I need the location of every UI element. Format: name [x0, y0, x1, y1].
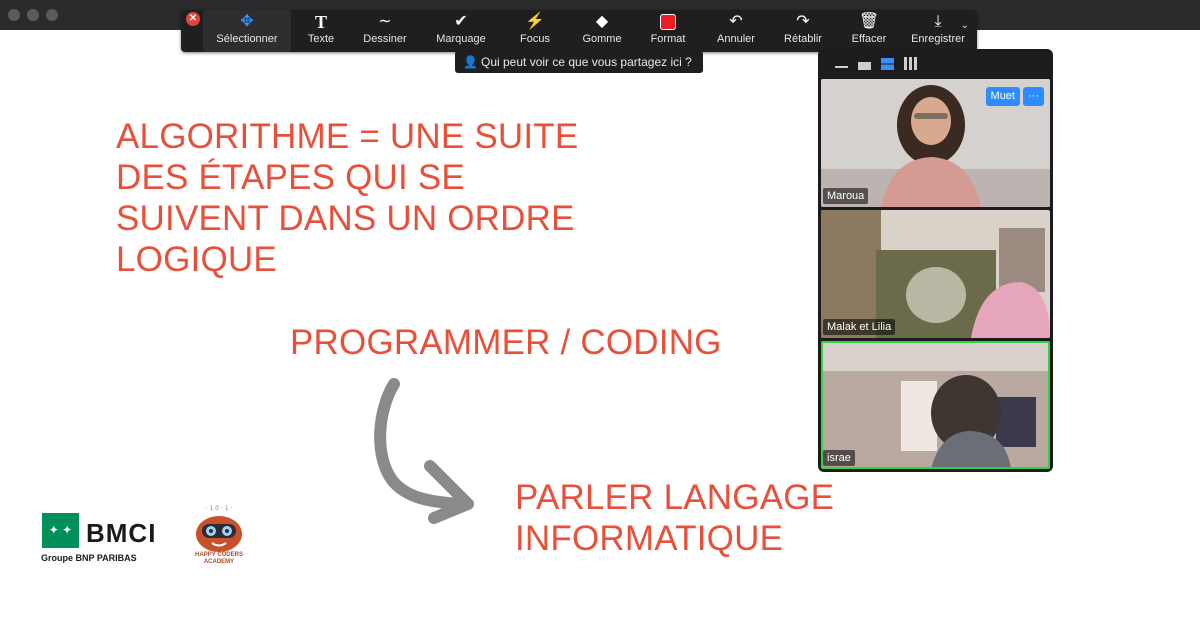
robot-mascot-icon: · 1 0 · 1 · [196, 505, 242, 552]
mute-button[interactable]: Muet [985, 87, 1020, 106]
tool-text-label: Texte [307, 33, 335, 45]
participant-tile-maroua[interactable]: Maroua Muet ··· [821, 79, 1050, 207]
tool-spotlight-label: Focus [520, 33, 550, 45]
tool-undo[interactable]: ↶ Annuler [711, 10, 761, 52]
algorithm-line-4: LOGIQUE [116, 240, 277, 279]
draw-icon: ∼ [378, 13, 392, 30]
tool-stamp[interactable]: ✔ Marquage [429, 10, 493, 52]
tool-clear[interactable]: 🗑 Effacer [845, 10, 893, 52]
tool-format-label: Format [650, 33, 686, 45]
bmci-group-name: Groupe BNP PARIBAS [41, 553, 137, 563]
redo-icon: ↷ [796, 13, 810, 30]
programmer-heading: PROGRAMMER / CODING [290, 323, 722, 362]
trash-icon: 🗑 [858, 13, 880, 30]
tool-text[interactable]: T Texte [295, 10, 347, 52]
participant-name: Maroua [823, 188, 869, 204]
algorithm-line-1: ALGORITHME = UNE SUITE [116, 117, 579, 156]
happy-coders-wordmark: HAPPY CODERS ACADEMY [190, 552, 248, 566]
tool-eraser[interactable]: ◆ Gomme [577, 10, 627, 52]
single-view-icon[interactable] [858, 62, 871, 70]
tool-select[interactable]: ✥ Sélectionner [203, 10, 291, 52]
window-close-dot[interactable] [8, 9, 20, 21]
share-visibility-hint[interactable]: 👤 Qui peut voir ce que vous partagez ici… [455, 51, 703, 73]
algorithm-line-2: DES ÉTAPES QUI SE [116, 158, 465, 197]
more-options-button[interactable]: ··· [1023, 87, 1044, 106]
eraser-icon: ◆ [595, 13, 609, 30]
tool-undo-label: Annuler [717, 33, 755, 45]
user-icon: 👤 [463, 55, 478, 69]
tool-save-label: Enregistrer [911, 33, 965, 45]
share-hint-text: Qui peut voir ce que vous partagez ici ? [481, 55, 692, 69]
happy-coders-name: HAPPY CODERS [195, 552, 243, 558]
participant-name: Malak et Lilia [823, 319, 896, 335]
move-icon: ✥ [240, 13, 254, 30]
participant-name: israe [823, 450, 855, 466]
tool-redo[interactable]: ↷ Rétablir [779, 10, 827, 52]
speak-language-text: PARLER LANGAGE INFORMATIQUE [515, 477, 845, 559]
tool-select-label: Sélectionner [216, 33, 278, 45]
tool-draw-label: Dessiner [363, 33, 407, 45]
tool-draw[interactable]: ∼ Dessiner [357, 10, 413, 52]
bmci-name: BMCI [86, 518, 157, 548]
participant-tile-malak-lilia[interactable]: Malak et Lilia [821, 210, 1050, 338]
chevron-down-icon[interactable]: ⌄ [961, 20, 969, 31]
strip-view-icon[interactable] [881, 58, 894, 70]
happy-coders-academy: ACADEMY [203, 559, 235, 565]
spotlight-icon: ⚡ [525, 13, 545, 30]
tool-clear-label: Effacer [851, 33, 887, 45]
checkmark-icon: ✔ [454, 13, 468, 30]
tool-stamp-label: Marquage [436, 33, 486, 45]
minimize-view-icon[interactable] [835, 66, 848, 68]
svg-text:· 1 0 · 1 ·: · 1 0 · 1 · [206, 505, 233, 512]
annotation-toolbar: ✕ ✥ Sélectionner T Texte ∼ Dessiner ✔ Ma… [181, 10, 977, 52]
participant-tile-israe[interactable]: israe [821, 341, 1050, 469]
close-icon[interactable]: ✕ [186, 12, 200, 26]
participant-video [821, 341, 1050, 469]
undo-icon: ↶ [729, 13, 743, 30]
tool-format[interactable]: Format [643, 10, 693, 52]
window-zoom-dot[interactable] [46, 9, 58, 21]
tool-eraser-label: Gomme [582, 33, 622, 45]
curved-arrow-icon [374, 378, 474, 524]
window-minimize-dot[interactable] [27, 9, 39, 21]
algorithm-line-3: SUIVENT DANS UN ORDRE [116, 199, 575, 238]
tool-redo-label: Rétablir [784, 33, 822, 45]
text-icon: T [314, 12, 327, 32]
speak-line-2: INFORMATIQUE [515, 519, 784, 558]
format-color-swatch [660, 13, 676, 30]
algorithm-definition: ALGORITHME = UNE SUITE DES ÉTAPES QUI SE… [116, 116, 586, 280]
speak-line-1: PARLER LANGAGE [515, 478, 835, 517]
bmci-logo: ✦ ✦ BMCI Groupe BNP PARIBAS [40, 512, 175, 567]
tool-save[interactable]: ⤓ Enregistrer [907, 10, 969, 52]
format-swatch-icon [643, 10, 693, 32]
tool-spotlight[interactable]: ⚡ Focus [513, 10, 557, 52]
happy-coders-logo: · 1 0 · 1 · HAPPY CODERS ACADEMY [190, 502, 248, 568]
grid-view-icon[interactable] [904, 57, 917, 70]
stars-glyph: ✦ ✦ [48, 523, 73, 537]
video-gallery-panel: Maroua Muet ··· Malak et Lilia israe [818, 49, 1053, 472]
